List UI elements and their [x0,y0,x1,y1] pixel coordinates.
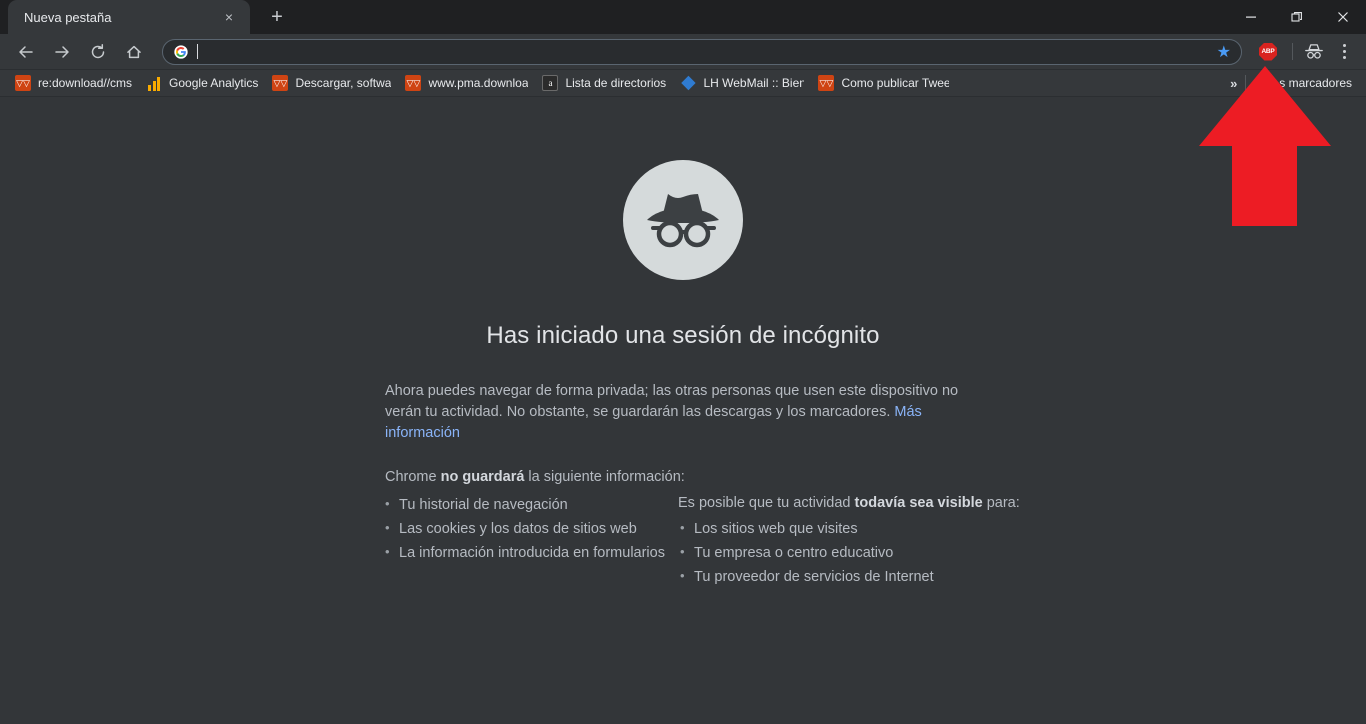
bookmark-item[interactable]: LH WebMail :: Bienve [673,73,811,94]
bookmark-label: www.pma.download. [428,76,529,90]
tab-strip: Nueva pestaña × + [0,0,1366,34]
visible-emphasis: todavía sea visible [854,495,983,511]
bookmark-item[interactable]: a Lista de directorios d [535,73,673,94]
reload-icon [91,43,105,58]
firefox-download-icon: ▽▽ [272,75,289,91]
toolbar-right-actions: ABP [1250,38,1366,66]
restore-button[interactable] [1274,0,1320,34]
list-item: Las cookies y los datos de sitios web [383,516,678,541]
list-item: Tu proveedor de servicios de Internet [678,564,1020,589]
bookmark-item[interactable]: ▽▽ www.pma.download. [398,73,535,94]
adblock-plus-extension-button[interactable]: ABP [1254,38,1282,66]
text-cursor [197,44,198,59]
list-item: Tu historial de navegación [383,492,678,517]
visible-prefix: Es posible que tu actividad [678,495,855,511]
firefox-download-icon: ▽▽ [405,75,422,91]
home-button[interactable] [120,38,148,66]
list-item: Los sitios web que visites [678,516,1020,541]
close-button[interactable] [1320,0,1366,34]
arrow-right-icon [55,45,69,58]
google-g-icon [174,44,188,59]
webmail-icon [681,75,696,91]
bookmark-item[interactable]: ▽▽ re:download//cms [8,73,139,94]
bookmarks-divider [1245,75,1247,91]
not-saved-column: Tu historial de navegación Las cookies y… [383,492,678,589]
firefox-download-icon: ▽▽ [818,75,835,91]
arrow-left-icon [19,45,33,58]
not-saved-emphasis: no guardará [440,469,525,485]
star-icon[interactable]: ★ [1217,42,1231,62]
incognito-avatar-icon [623,160,743,280]
other-bookmarks-label[interactable]: s marcadores [1279,76,1352,90]
window-controls [1228,0,1366,34]
tab-nueva-pestana[interactable]: Nueva pestaña × [8,0,250,34]
new-tab-button[interactable]: + [262,2,292,32]
google-analytics-icon [146,75,162,91]
bookmark-label: Lista de directorios d [565,76,667,90]
bookmark-label: LH WebMail :: Bienve [703,76,804,90]
list-item: La información introducida en formulario… [383,540,678,565]
bookmark-label: re:download//cms [38,76,133,90]
still-visible-column: Es posible que tu actividad todavía sea … [678,493,1020,589]
intro-text: Ahora puedes navegar de forma privada; l… [385,383,959,420]
incognito-page: Has iniciado una sesión de incógnito Aho… [0,97,1366,724]
still-visible-heading: Es posible que tu actividad todavía sea … [678,493,1020,514]
bookmark-label: Como publicar Tweet [841,76,950,90]
incognito-indicator-icon[interactable] [1299,38,1329,66]
info-columns: Tu historial de navegación Las cookies y… [383,492,1020,589]
bookmarks-bar: ▽▽ re:download//cms Google Analytics ▽▽ … [0,70,1366,97]
intro-paragraph: Ahora puedes navegar de forma privada; l… [383,381,983,444]
bookmark-item[interactable]: Google Analytics [139,73,265,94]
visible-suffix: para: [982,495,1020,511]
incognito-content: Has iniciado una sesión de incógnito Aho… [383,97,1020,589]
not-saved-prefix: Chrome [385,469,441,485]
address-bar[interactable]: ★ [162,38,1242,65]
still-visible-list: Los sitios web que visites Tu empresa o … [678,516,1020,589]
three-dot-menu-icon[interactable] [1329,38,1359,66]
not-saved-suffix: la siguiente información: [524,469,685,485]
list-item: Tu empresa o centro educativo [678,540,1020,565]
bookmark-item[interactable]: ▽▽ Descargar, software, [265,73,398,94]
bookmark-item[interactable]: ▽▽ Como publicar Tweet [811,73,956,94]
firefox-download-icon: ▽▽ [15,75,31,91]
toolbar-divider [1292,43,1293,60]
bookmarks-overflow-button[interactable]: » [1222,76,1245,91]
home-icon [127,45,141,58]
bookmark-label: Descargar, software, [295,76,392,90]
tab-close-icon[interactable]: × [218,6,240,28]
not-saved-list: Tu historial de navegación Las cookies y… [383,492,678,565]
minimize-button[interactable] [1228,0,1274,34]
tab-title: Nueva pestaña [24,9,112,25]
bookmark-label: Google Analytics [169,76,259,90]
not-saved-heading: Chrome no guardará la siguiente informac… [383,467,983,488]
browser-toolbar: ★ ABP [0,34,1366,70]
reload-button[interactable] [84,38,112,66]
apache-directory-icon: a [542,75,559,91]
back-button[interactable] [12,38,40,66]
folder-icon [1256,76,1272,90]
abp-icon: ABP [1259,42,1277,61]
page-title: Has iniciado una sesión de incógnito [486,322,880,349]
forward-button[interactable] [48,38,76,66]
